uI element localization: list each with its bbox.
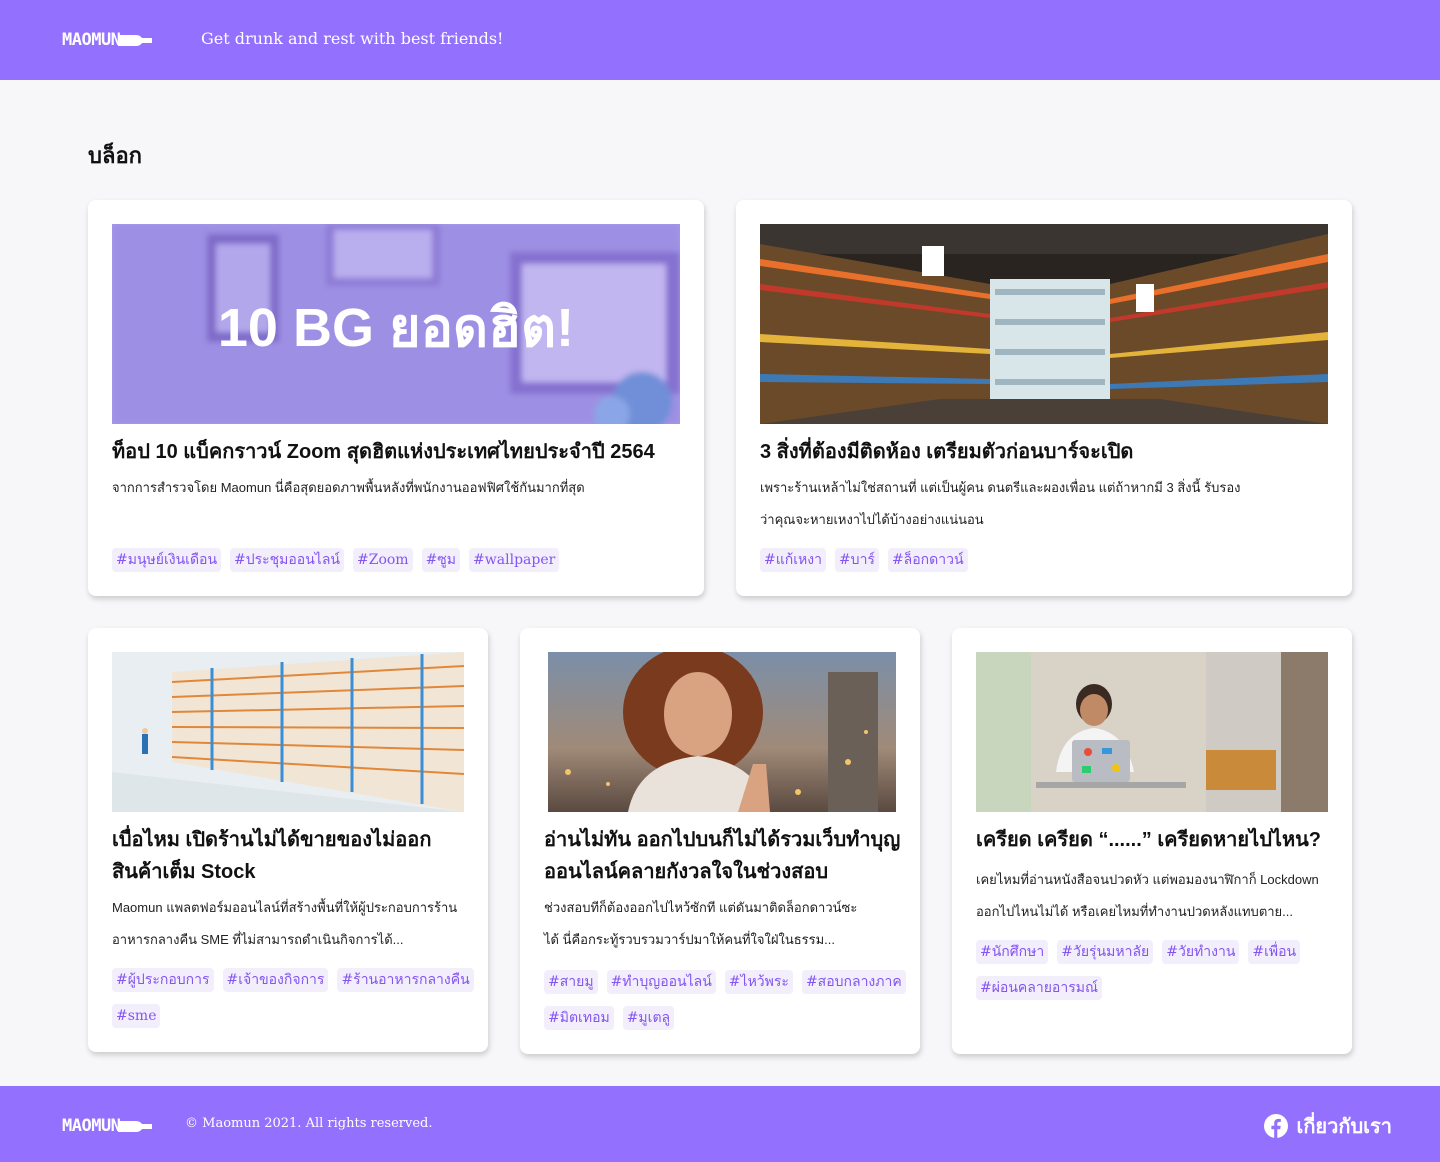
tag[interactable]: #วัยทำงาน [1162,940,1240,964]
tag[interactable]: #สายมู [544,970,598,994]
tag[interactable]: #มนุษย์เงินเดือน [112,548,222,572]
zoom-background-image: 10 BG ยอดฮิต! [112,224,680,424]
site-header: MAOMUN Get drunk and rest with best frie… [0,0,1440,80]
tag[interactable]: #Zoom [352,548,413,572]
tag[interactable]: #นักศึกษา [976,940,1049,964]
post-tags: #สายมู #ทำบุญออนไลน์ #ไหว้พระ #สอบกลางภา… [544,970,914,1030]
post-thumbnail [112,652,464,812]
about-us-label: เกี่ยวกับเรา [1296,1116,1392,1138]
post-title[interactable]: อ่านไม่ทัน ออกไปบนก็ไม่ได้รวมเว็บทำบุญออ… [544,824,904,888]
post-tags: #ผู้ประกอบการ #เจ้าของกิจการ #ร้านอาหารก… [112,968,482,1028]
post-thumbnail [548,652,896,812]
about-us-link[interactable]: เกี่ยวกับเรา [1264,1110,1392,1142]
post-tags: #นักศึกษา #วัยรุ่นมหาลัย #วัยทำงาน #เพื่… [976,940,1328,1000]
blog-card[interactable]: 3 สิ่งที่ต้องมีติดห้อง เตรียมตัวก่อนบาร์… [736,200,1352,596]
tag[interactable]: #ร้านอาหารกลางคืน [337,968,474,992]
post-title[interactable]: เบื่อไหม เปิดร้านไม่ได้ขายของไม่ออก สินค… [112,824,464,888]
blog-card[interactable]: เครียด เครียด “......” เครียดหายไปไหน? เ… [952,628,1352,1054]
post-tags: #มนุษย์เงินเดือน #ประชุมออนไลน์ #Zoom #ซ… [112,548,680,572]
post-tags: #แก้เหงา #บาร์ #ล็อกดาวน์ [760,548,1328,572]
site-footer: MAOMUN © Maomun 2021. All rights reserve… [0,1086,1440,1162]
blog-card[interactable]: อ่านไม่ทัน ออกไปบนก็ไม่ได้รวมเว็บทำบุญออ… [520,628,920,1054]
meditating-woman-image [548,652,896,812]
tag[interactable]: #วัยรุ่นมหาลัย [1057,940,1154,964]
tag[interactable]: #สอบกลางภาค [801,970,906,994]
facebook-icon [1264,1114,1289,1138]
tag[interactable]: #ไหว้พระ [724,970,793,994]
tag[interactable]: #ทำบุญออนไลน์ [606,970,716,994]
tag[interactable]: #มิตเทอม [544,1006,614,1030]
tag[interactable]: #เจ้าของกิจการ [222,968,329,992]
copyright-text: © Maomun 2021. All rights reserved. [185,1116,433,1131]
page-title: บล็อก [88,143,142,168]
tag[interactable]: #บาร์ [834,548,879,572]
supermarket-aisle-image [760,224,1328,424]
header-logo[interactable]: MAOMUN [62,30,153,50]
footer-logo[interactable]: MAOMUN [62,1116,153,1136]
tag[interactable]: #wallpaper [469,548,560,572]
post-excerpt: Maomun แพลตฟอร์มออนไลน์ที่สร้างพื้นที่ให… [112,900,458,947]
tag[interactable]: #ประชุมออนไลน์ [230,548,344,572]
blog-card[interactable]: เบื่อไหม เปิดร้านไม่ได้ขายของไม่ออก สินค… [88,628,488,1052]
post-thumbnail: 10 BG ยอดฮิต! [112,224,680,424]
tag[interactable]: #sme [112,1004,161,1028]
post-excerpt: เพราะร้านเหล้าไม่ใช่สถานที่ แต่เป็นผู้คน… [760,480,1241,527]
thumbnail-text: 10 BG ยอดฮิต! [218,298,574,358]
tag[interactable]: #แก้เหงา [760,548,826,572]
warehouse-shelves-image [112,652,464,812]
tag[interactable]: #มูเตลู [622,1006,675,1030]
bottle-icon [118,34,153,46]
post-title[interactable]: 3 สิ่งที่ต้องมีติดห้อง เตรียมตัวก่อนบาร์… [760,436,1328,468]
post-thumbnail [976,652,1328,812]
tag[interactable]: #ผ่อนคลายอารมณ์ [976,976,1102,1000]
post-excerpt: จากการสำรวจโดย Maomun นี่คือสุดยอดภาพพื้… [112,480,585,495]
tag[interactable]: #ล็อกดาวน์ [887,548,968,572]
stressed-man-image [976,652,1328,812]
header-tagline: Get drunk and rest with best friends! [201,29,504,48]
blog-card[interactable]: 10 BG ยอดฮิต! ท็อป 10 แบ็คกราวน์ Zoom สุ… [88,200,704,596]
post-excerpt: ช่วงสอบทีก็ต้องออกไปไหว้ซักที แต่ดันมาติ… [544,900,858,947]
bottle-icon [118,1120,153,1132]
tag[interactable]: #ซูม [421,548,461,572]
post-title[interactable]: ท็อป 10 แบ็คกราวน์ Zoom สุดฮิตแห่งประเทศ… [112,436,680,468]
logo-text: MAOMUN [62,1116,121,1136]
post-title[interactable]: เครียด เครียด “......” เครียดหายไปไหน? [976,824,1328,856]
logo-text: MAOMUN [62,30,121,50]
tag[interactable]: #ผู้ประกอบการ [112,968,214,992]
post-thumbnail [760,224,1328,424]
post-excerpt: เคยไหมที่อ่านหนังสือจนปวดหัว แต่พอมองนาฬ… [976,872,1319,919]
tag[interactable]: #เพื่อน [1248,940,1301,964]
